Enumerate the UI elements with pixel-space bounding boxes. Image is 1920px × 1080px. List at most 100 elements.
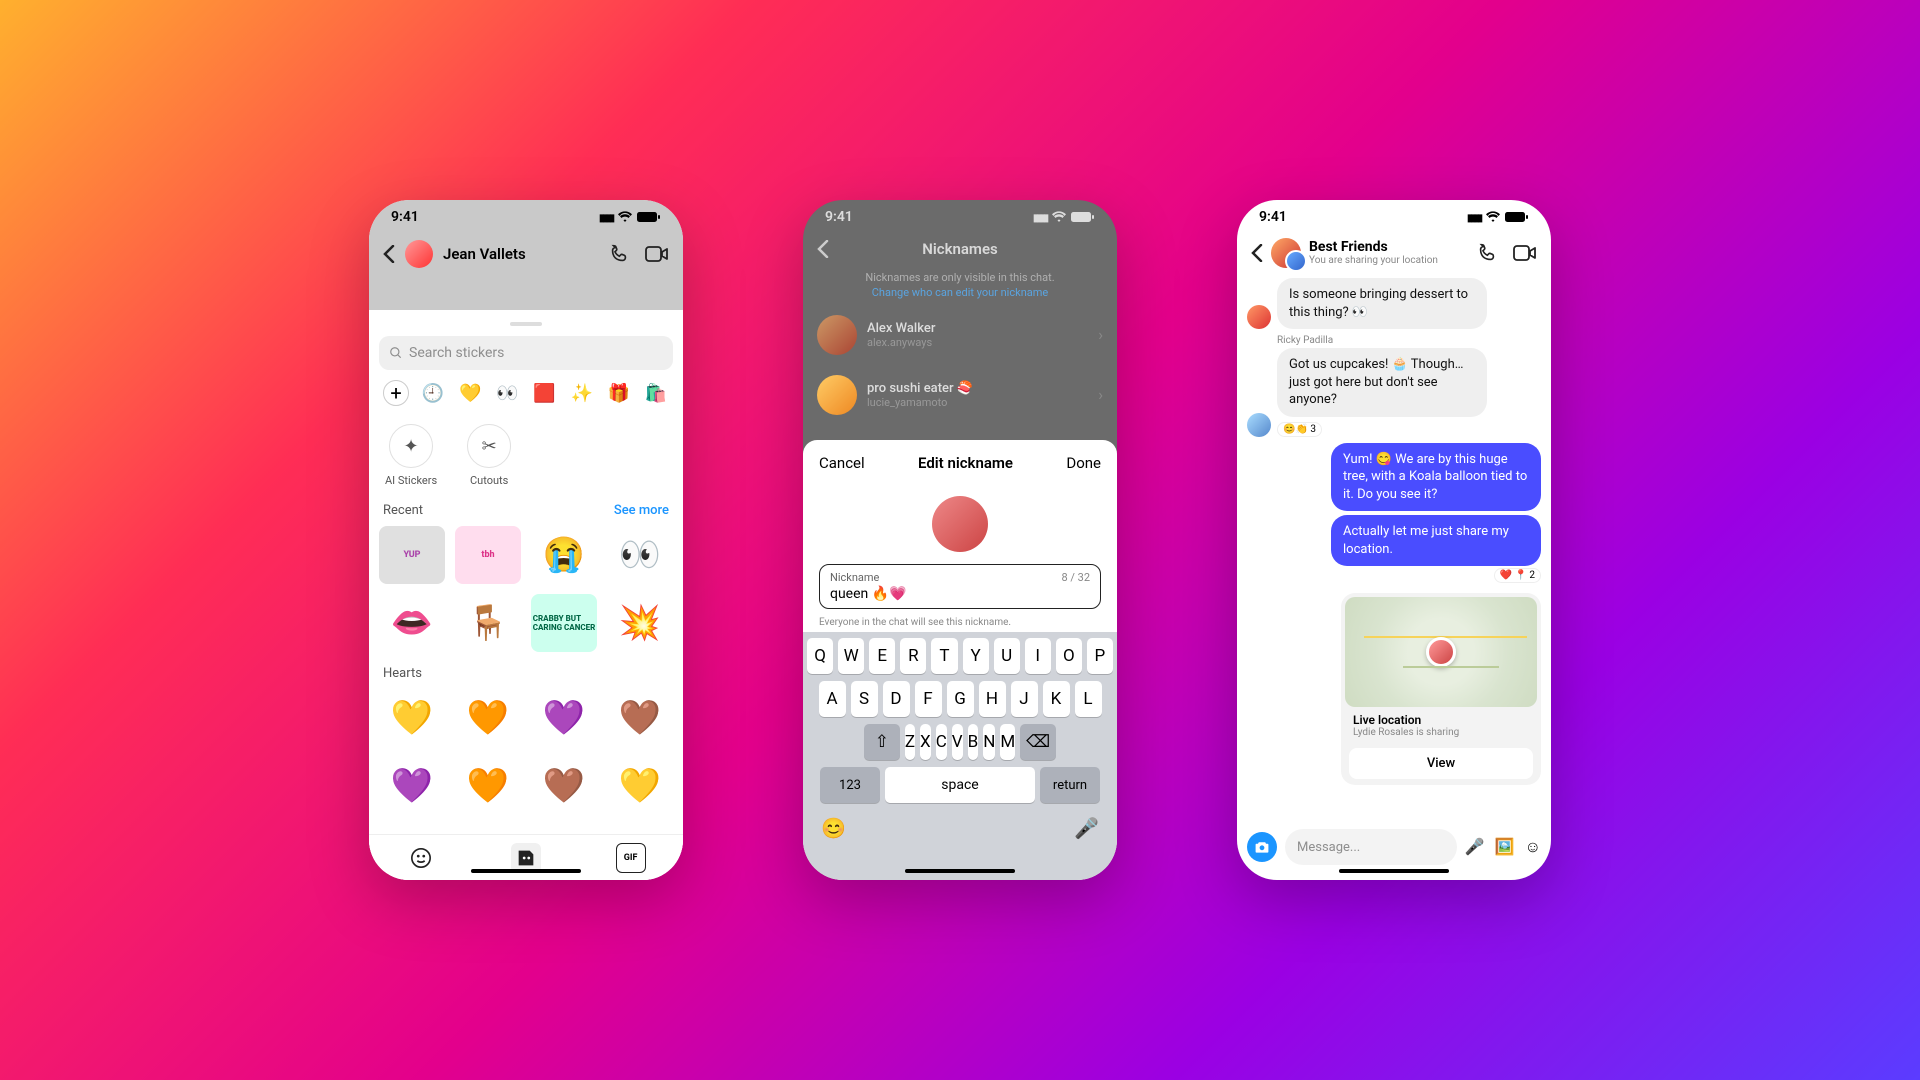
- video-call-icon[interactable]: [1513, 241, 1537, 265]
- message-avatar[interactable]: [1247, 413, 1271, 437]
- add-category-button[interactable]: +: [383, 380, 409, 406]
- home-indicator[interactable]: [1339, 869, 1449, 873]
- contact-row[interactable]: pro sushi eater 🍣 lucie_yamamoto ›: [803, 365, 1117, 425]
- sticker-tbh[interactable]: tbh: [455, 526, 521, 584]
- key-v[interactable]: V: [952, 724, 963, 760]
- category-heart-icon[interactable]: 💛: [457, 380, 483, 406]
- key-z[interactable]: Z: [905, 724, 915, 760]
- sticker-icon[interactable]: ☺: [1525, 837, 1541, 857]
- incoming-message[interactable]: Is someone bringing dessert to this thin…: [1277, 278, 1487, 329]
- ios-keyboard[interactable]: QWERTYUIOP ASDFGHJKL ⇧ ZXCVBNM ⌫ 123 spa…: [803, 632, 1117, 880]
- category-eyes-icon[interactable]: 👀: [494, 380, 520, 406]
- ai-stickers-tool[interactable]: ✦ AI Stickers: [385, 424, 437, 487]
- sticker-lips[interactable]: 👄: [379, 594, 445, 652]
- sticker-yup[interactable]: YUP: [379, 526, 445, 584]
- back-button[interactable]: [817, 240, 829, 258]
- sticker-pow[interactable]: 💥: [607, 594, 673, 652]
- key-f[interactable]: F: [915, 681, 942, 717]
- message-reaction[interactable]: 😊👏 3: [1277, 422, 1322, 437]
- sticker-heart-5[interactable]: 💜: [379, 757, 445, 815]
- return-key[interactable]: return: [1040, 767, 1100, 803]
- sticker-heart-7[interactable]: 🤎: [531, 757, 597, 815]
- outgoing-message[interactable]: Yum! 😋 We are by this huge tree, with a …: [1331, 443, 1541, 512]
- contact-row[interactable]: Alex Walker alex.anyways ›: [803, 305, 1117, 365]
- key-m[interactable]: M: [1000, 724, 1015, 760]
- key-y[interactable]: Y: [963, 638, 989, 674]
- group-avatar[interactable]: [1271, 238, 1301, 268]
- key-r[interactable]: R: [900, 638, 926, 674]
- incoming-message[interactable]: Got us cupcakes! 🧁 Though… just got here…: [1277, 348, 1487, 417]
- key-q[interactable]: Q: [807, 638, 833, 674]
- video-call-icon[interactable]: [645, 242, 669, 266]
- key-s[interactable]: S: [851, 681, 878, 717]
- category-bag-icon[interactable]: 🛍️: [643, 380, 669, 406]
- sticker-heart-2[interactable]: 🧡: [455, 689, 521, 747]
- search-stickers-input[interactable]: Search stickers: [379, 336, 673, 370]
- space-key[interactable]: space: [885, 767, 1035, 803]
- location-card[interactable]: Live location Lydie Rosales is sharing V…: [1341, 593, 1541, 785]
- home-indicator[interactable]: [471, 869, 581, 873]
- key-c[interactable]: C: [936, 724, 947, 760]
- chat-avatar[interactable]: [405, 240, 433, 268]
- voice-message-icon[interactable]: 🎤: [1465, 837, 1485, 857]
- key-k[interactable]: K: [1043, 681, 1070, 717]
- key-e[interactable]: E: [869, 638, 895, 674]
- chat-title[interactable]: Jean Vallets: [443, 245, 597, 263]
- tab-sticker-icon[interactable]: [511, 843, 541, 873]
- numbers-key[interactable]: 123: [820, 767, 880, 803]
- key-i[interactable]: I: [1025, 638, 1051, 674]
- cutouts-tool[interactable]: ✂ Cutouts: [467, 424, 511, 487]
- gallery-icon[interactable]: 🖼️: [1495, 837, 1515, 857]
- key-n[interactable]: N: [983, 724, 995, 760]
- key-l[interactable]: L: [1075, 681, 1102, 717]
- backspace-key[interactable]: ⌫: [1020, 724, 1056, 760]
- camera-button[interactable]: [1247, 832, 1277, 862]
- back-button[interactable]: [1251, 244, 1263, 262]
- category-sparkle-icon[interactable]: ✨: [569, 380, 595, 406]
- tab-avatar-icon[interactable]: [406, 843, 436, 873]
- sticker-meme[interactable]: CRABBY BUTCARING CANCER: [531, 594, 597, 652]
- key-x[interactable]: X: [920, 724, 931, 760]
- see-more-link[interactable]: See more: [614, 503, 669, 518]
- tab-gif-icon[interactable]: GIF: [616, 843, 646, 873]
- done-button[interactable]: Done: [1066, 454, 1101, 472]
- sticker-heart-4[interactable]: 🤎: [607, 689, 673, 747]
- message-input[interactable]: Message...: [1285, 829, 1457, 865]
- sticker-heart-8[interactable]: 💛: [607, 757, 673, 815]
- key-a[interactable]: A: [819, 681, 846, 717]
- back-button[interactable]: [383, 245, 395, 263]
- chat-body[interactable]: Is someone bringing dessert to this thin…: [1237, 274, 1551, 785]
- dictation-button[interactable]: 🎤: [1074, 816, 1099, 840]
- key-t[interactable]: T: [931, 638, 957, 674]
- call-icon[interactable]: [1475, 241, 1499, 265]
- emoji-keyboard-button[interactable]: 😊: [821, 816, 846, 840]
- cancel-button[interactable]: Cancel: [819, 454, 865, 472]
- key-j[interactable]: J: [1011, 681, 1038, 717]
- sticker-eyes[interactable]: 👀: [607, 526, 673, 584]
- sticker-heart-1[interactable]: 💛: [379, 689, 445, 747]
- key-b[interactable]: B: [968, 724, 979, 760]
- sticker-chair[interactable]: 🪑: [455, 594, 521, 652]
- key-u[interactable]: U: [994, 638, 1020, 674]
- shift-key[interactable]: ⇧: [864, 724, 900, 760]
- key-g[interactable]: G: [947, 681, 974, 717]
- key-h[interactable]: H: [979, 681, 1006, 717]
- home-indicator[interactable]: [905, 869, 1015, 873]
- chat-title-block[interactable]: Best Friends You are sharing your locati…: [1309, 239, 1467, 267]
- nickname-input[interactable]: Nickname queen 🔥💗 8 / 32: [819, 564, 1101, 609]
- key-p[interactable]: P: [1087, 638, 1113, 674]
- sticker-heart-3[interactable]: 💜: [531, 689, 597, 747]
- view-location-button[interactable]: View: [1349, 748, 1533, 779]
- call-icon[interactable]: [607, 242, 631, 266]
- key-d[interactable]: D: [883, 681, 910, 717]
- sticker-cry[interactable]: 😭: [531, 526, 597, 584]
- message-reaction[interactable]: ❤️ 📍 2: [1494, 568, 1541, 583]
- nickname-permissions-link[interactable]: Change who can edit your nickname: [872, 286, 1048, 299]
- key-o[interactable]: O: [1056, 638, 1082, 674]
- category-gift-icon[interactable]: 🎁: [606, 380, 632, 406]
- sheet-grabber[interactable]: [510, 322, 542, 326]
- message-avatar[interactable]: [1247, 305, 1271, 329]
- category-pattern-icon[interactable]: 🟥: [532, 380, 558, 406]
- sticker-heart-6[interactable]: 🧡: [455, 757, 521, 815]
- category-clock-icon[interactable]: 🕘: [420, 380, 446, 406]
